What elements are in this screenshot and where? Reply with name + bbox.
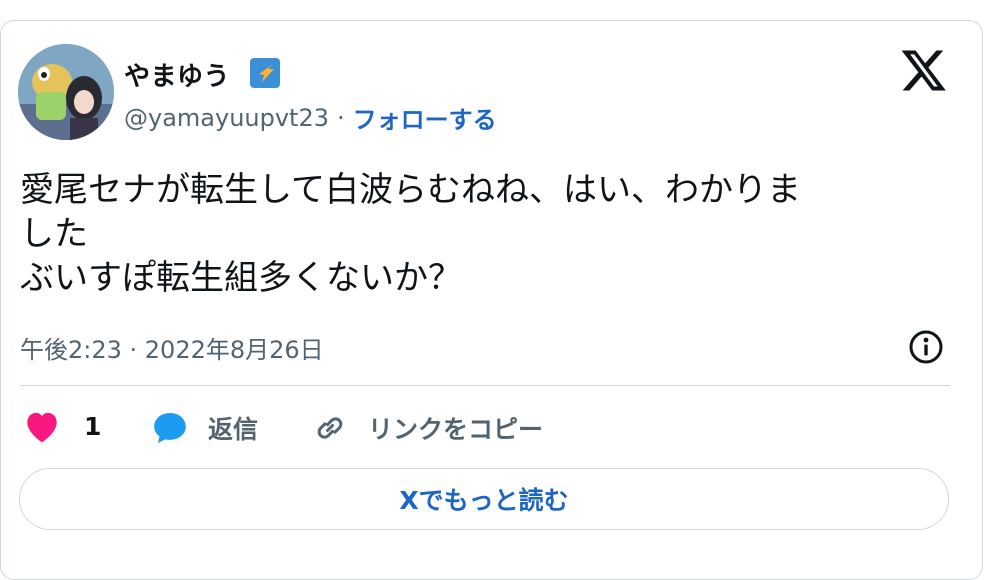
reply-button[interactable]: 返信 bbox=[150, 408, 258, 448]
like-button[interactable]: 1 bbox=[22, 408, 101, 444]
reply-bubble-icon bbox=[150, 408, 190, 448]
copy-link-label: リンクをコピー bbox=[368, 415, 544, 444]
follow-button[interactable]: フォローする bbox=[353, 100, 497, 135]
verified-badge-icon bbox=[250, 58, 280, 88]
info-icon[interactable] bbox=[906, 327, 946, 367]
like-count: 1 bbox=[84, 411, 102, 441]
display-name[interactable]: やまゆう bbox=[124, 56, 230, 93]
copy-link-button[interactable]: リンクをコピー bbox=[310, 408, 543, 448]
divider bbox=[20, 385, 950, 386]
handle-row: @yamayuupvt23 · フォローする bbox=[124, 100, 497, 135]
link-icon bbox=[310, 408, 350, 448]
x-logo-icon[interactable] bbox=[900, 46, 948, 94]
avatar[interactable] bbox=[18, 44, 114, 140]
handle-separator: · bbox=[337, 103, 345, 132]
tweet-text: 愛尾セナが転生して白波らむねね、はい、わかりま した ぶいすぽ転生組多くないか？ bbox=[20, 170, 801, 298]
read-more-button[interactable]: Xでもっと読む bbox=[19, 468, 949, 530]
reply-label: 返信 bbox=[208, 415, 259, 444]
heart-icon bbox=[22, 408, 62, 444]
tweet-timestamp[interactable]: 午後2:23 · 2022年8月26日 bbox=[20, 330, 324, 365]
user-handle[interactable]: @yamayuupvt23 bbox=[124, 104, 329, 132]
